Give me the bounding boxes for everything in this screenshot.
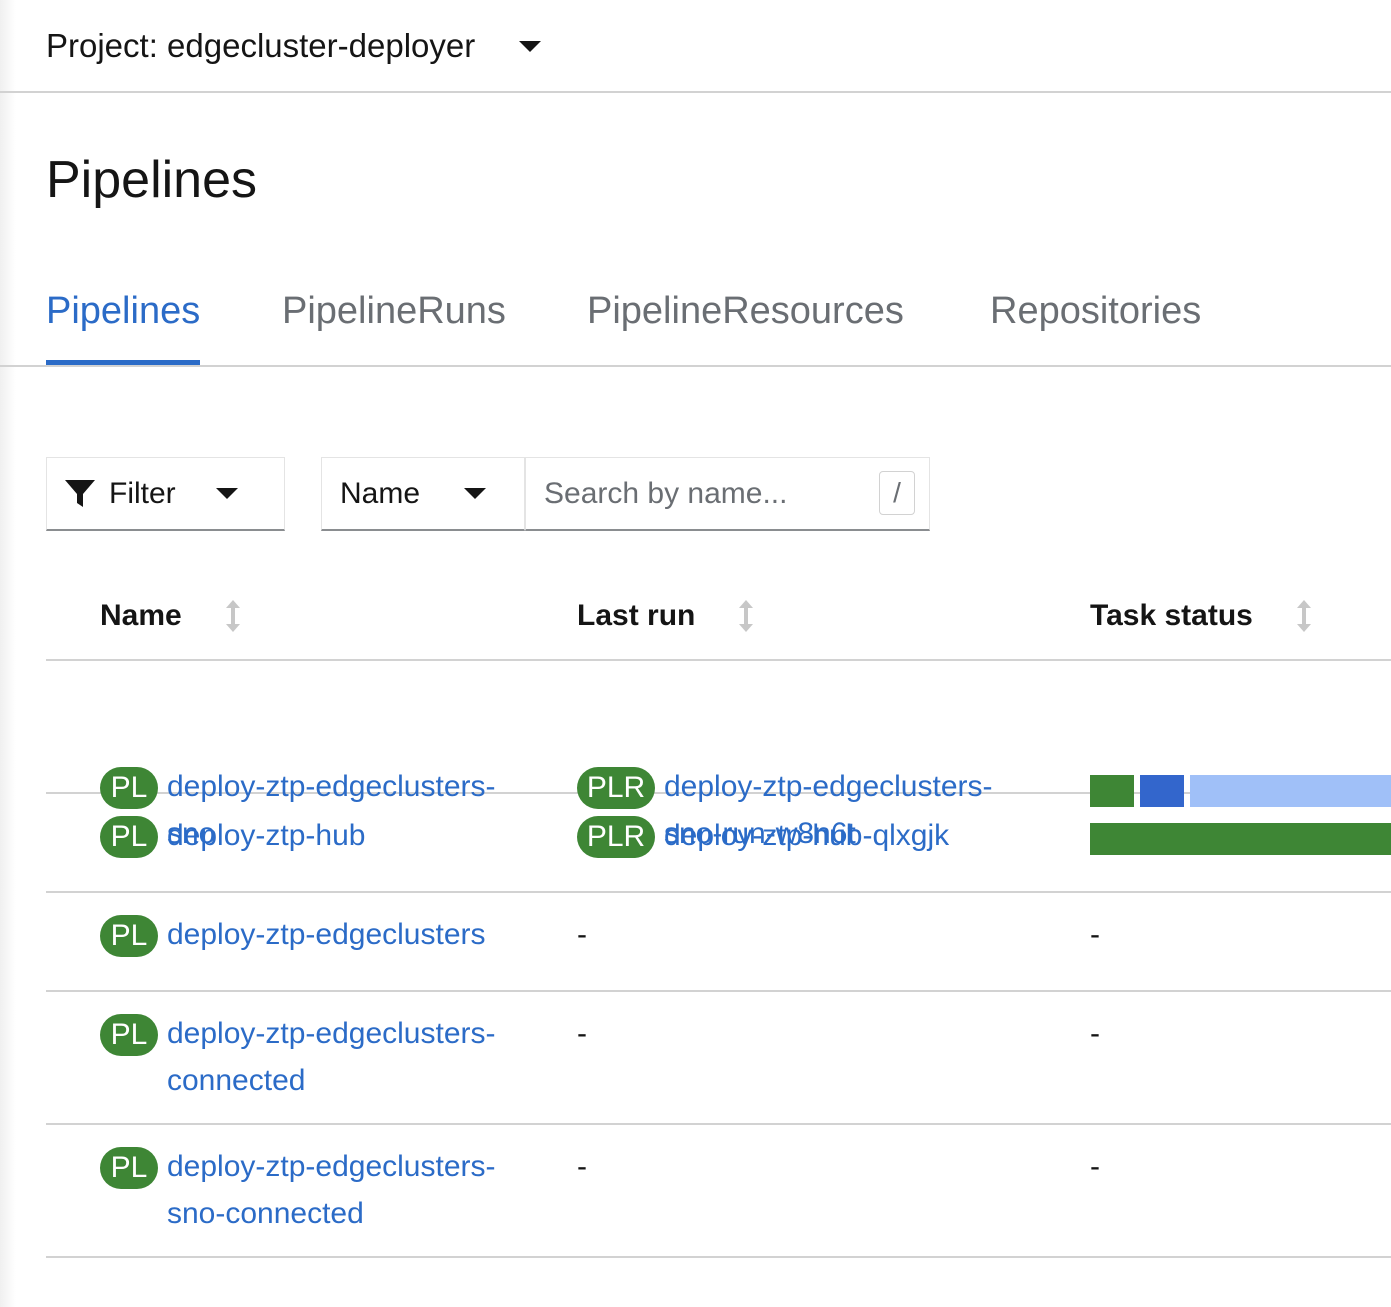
table-header: Name Last run Task status	[46, 575, 1391, 661]
attribute-select-label: Name	[340, 476, 421, 510]
pipeline-link[interactable]: deploy-ztp-edgeclusters	[167, 911, 547, 958]
project-selector[interactable]: Project: edgecluster-deployer	[46, 26, 542, 65]
column-header-label: Last run	[577, 599, 696, 632]
sort-icon	[737, 599, 755, 633]
attribute-select[interactable]: Name	[321, 457, 525, 531]
pipeline-badge: PL	[100, 816, 158, 858]
link-text-line: connected	[167, 1064, 306, 1097]
pipeline-badge: PL	[100, 915, 158, 957]
project-bar: Project: edgecluster-deployer	[0, 0, 1391, 93]
pipeline-badge: PL	[100, 1147, 158, 1189]
search-box: /	[525, 457, 930, 531]
column-header-label: Task status	[1090, 599, 1253, 632]
link-text-line: deploy-ztp-edgeclusters-	[167, 1150, 496, 1183]
filter-dropdown[interactable]: Filter	[46, 457, 285, 531]
tab-pipelineresources[interactable]: PipelineResources	[587, 290, 904, 365]
table-row: PL deploy-ztp-edgeclusters - -	[46, 893, 1391, 992]
column-header-name[interactable]: Name	[100, 599, 242, 633]
empty-value: -	[577, 1150, 587, 1183]
table-row: PL deploy-ztp-hub PLR deploy-ztp-hub-qlx…	[46, 794, 1391, 893]
column-header-label: Name	[100, 599, 182, 632]
filter-icon	[63, 477, 97, 511]
task-status-segment-succeeded	[1090, 823, 1391, 855]
tab-pipelineruns[interactable]: PipelineRuns	[282, 290, 506, 365]
link-text-line: deploy-ztp-edgeclusters-	[167, 1017, 496, 1050]
column-header-last-run[interactable]: Last run	[577, 599, 755, 633]
page: Project: edgecluster-deployer Pipelines …	[0, 0, 1391, 1307]
project-label: Project: edgecluster-deployer	[46, 26, 476, 64]
caret-down-icon	[215, 488, 238, 499]
column-header-task-status[interactable]: Task status	[1090, 599, 1313, 633]
table-row: PL deploy-ztp-edgeclusters- connected - …	[46, 992, 1391, 1125]
empty-value: -	[1090, 918, 1100, 951]
pipeline-badge: PL	[100, 1014, 158, 1056]
table-row: PL deploy-ztp-edgeclusters- sno-connecte…	[46, 1125, 1391, 1258]
empty-value: -	[1090, 1017, 1100, 1050]
pipeline-link[interactable]: deploy-ztp-hub	[167, 812, 547, 859]
tab-pipelines[interactable]: Pipelines	[46, 290, 201, 365]
caret-down-icon	[519, 41, 542, 52]
empty-value: -	[1090, 1150, 1100, 1183]
pipeline-link[interactable]: deploy-ztp-edgeclusters- connected	[167, 1010, 547, 1104]
keyboard-shortcut-hint: /	[879, 471, 915, 515]
tab-repositories[interactable]: Repositories	[990, 290, 1201, 365]
sort-icon	[224, 599, 242, 633]
filter-label: Filter	[109, 476, 176, 510]
nav-edge-shadow	[0, 0, 16, 1307]
link-text-line: deploy-ztp-edgeclusters	[167, 918, 486, 951]
sort-icon	[1295, 599, 1313, 633]
pipelinerun-badge: PLR	[577, 816, 655, 858]
link-text-line: sno-connected	[167, 1197, 364, 1230]
pipelinerun-link[interactable]: deploy-ztp-hub-qlxgjk	[664, 812, 1084, 859]
link-text-line: deploy-ztp-hub-qlxgjk	[664, 819, 950, 852]
page-title: Pipelines	[46, 151, 258, 209]
search-input[interactable]	[526, 458, 929, 529]
pipeline-link[interactable]: deploy-ztp-edgeclusters- sno-connected	[167, 1143, 547, 1237]
empty-value: -	[577, 1017, 587, 1050]
pipelines-table: Name Last run Task status PL deploy-ztp-…	[46, 575, 1391, 1258]
tab-bar: Pipelines PipelineRuns PipelineResources…	[0, 290, 1391, 367]
table-row: PL deploy-ztp-edgeclusters- sno PLR depl…	[46, 661, 1391, 850]
caret-down-icon	[464, 488, 487, 499]
link-text-line: deploy-ztp-hub	[167, 819, 366, 852]
empty-value: -	[577, 918, 587, 951]
